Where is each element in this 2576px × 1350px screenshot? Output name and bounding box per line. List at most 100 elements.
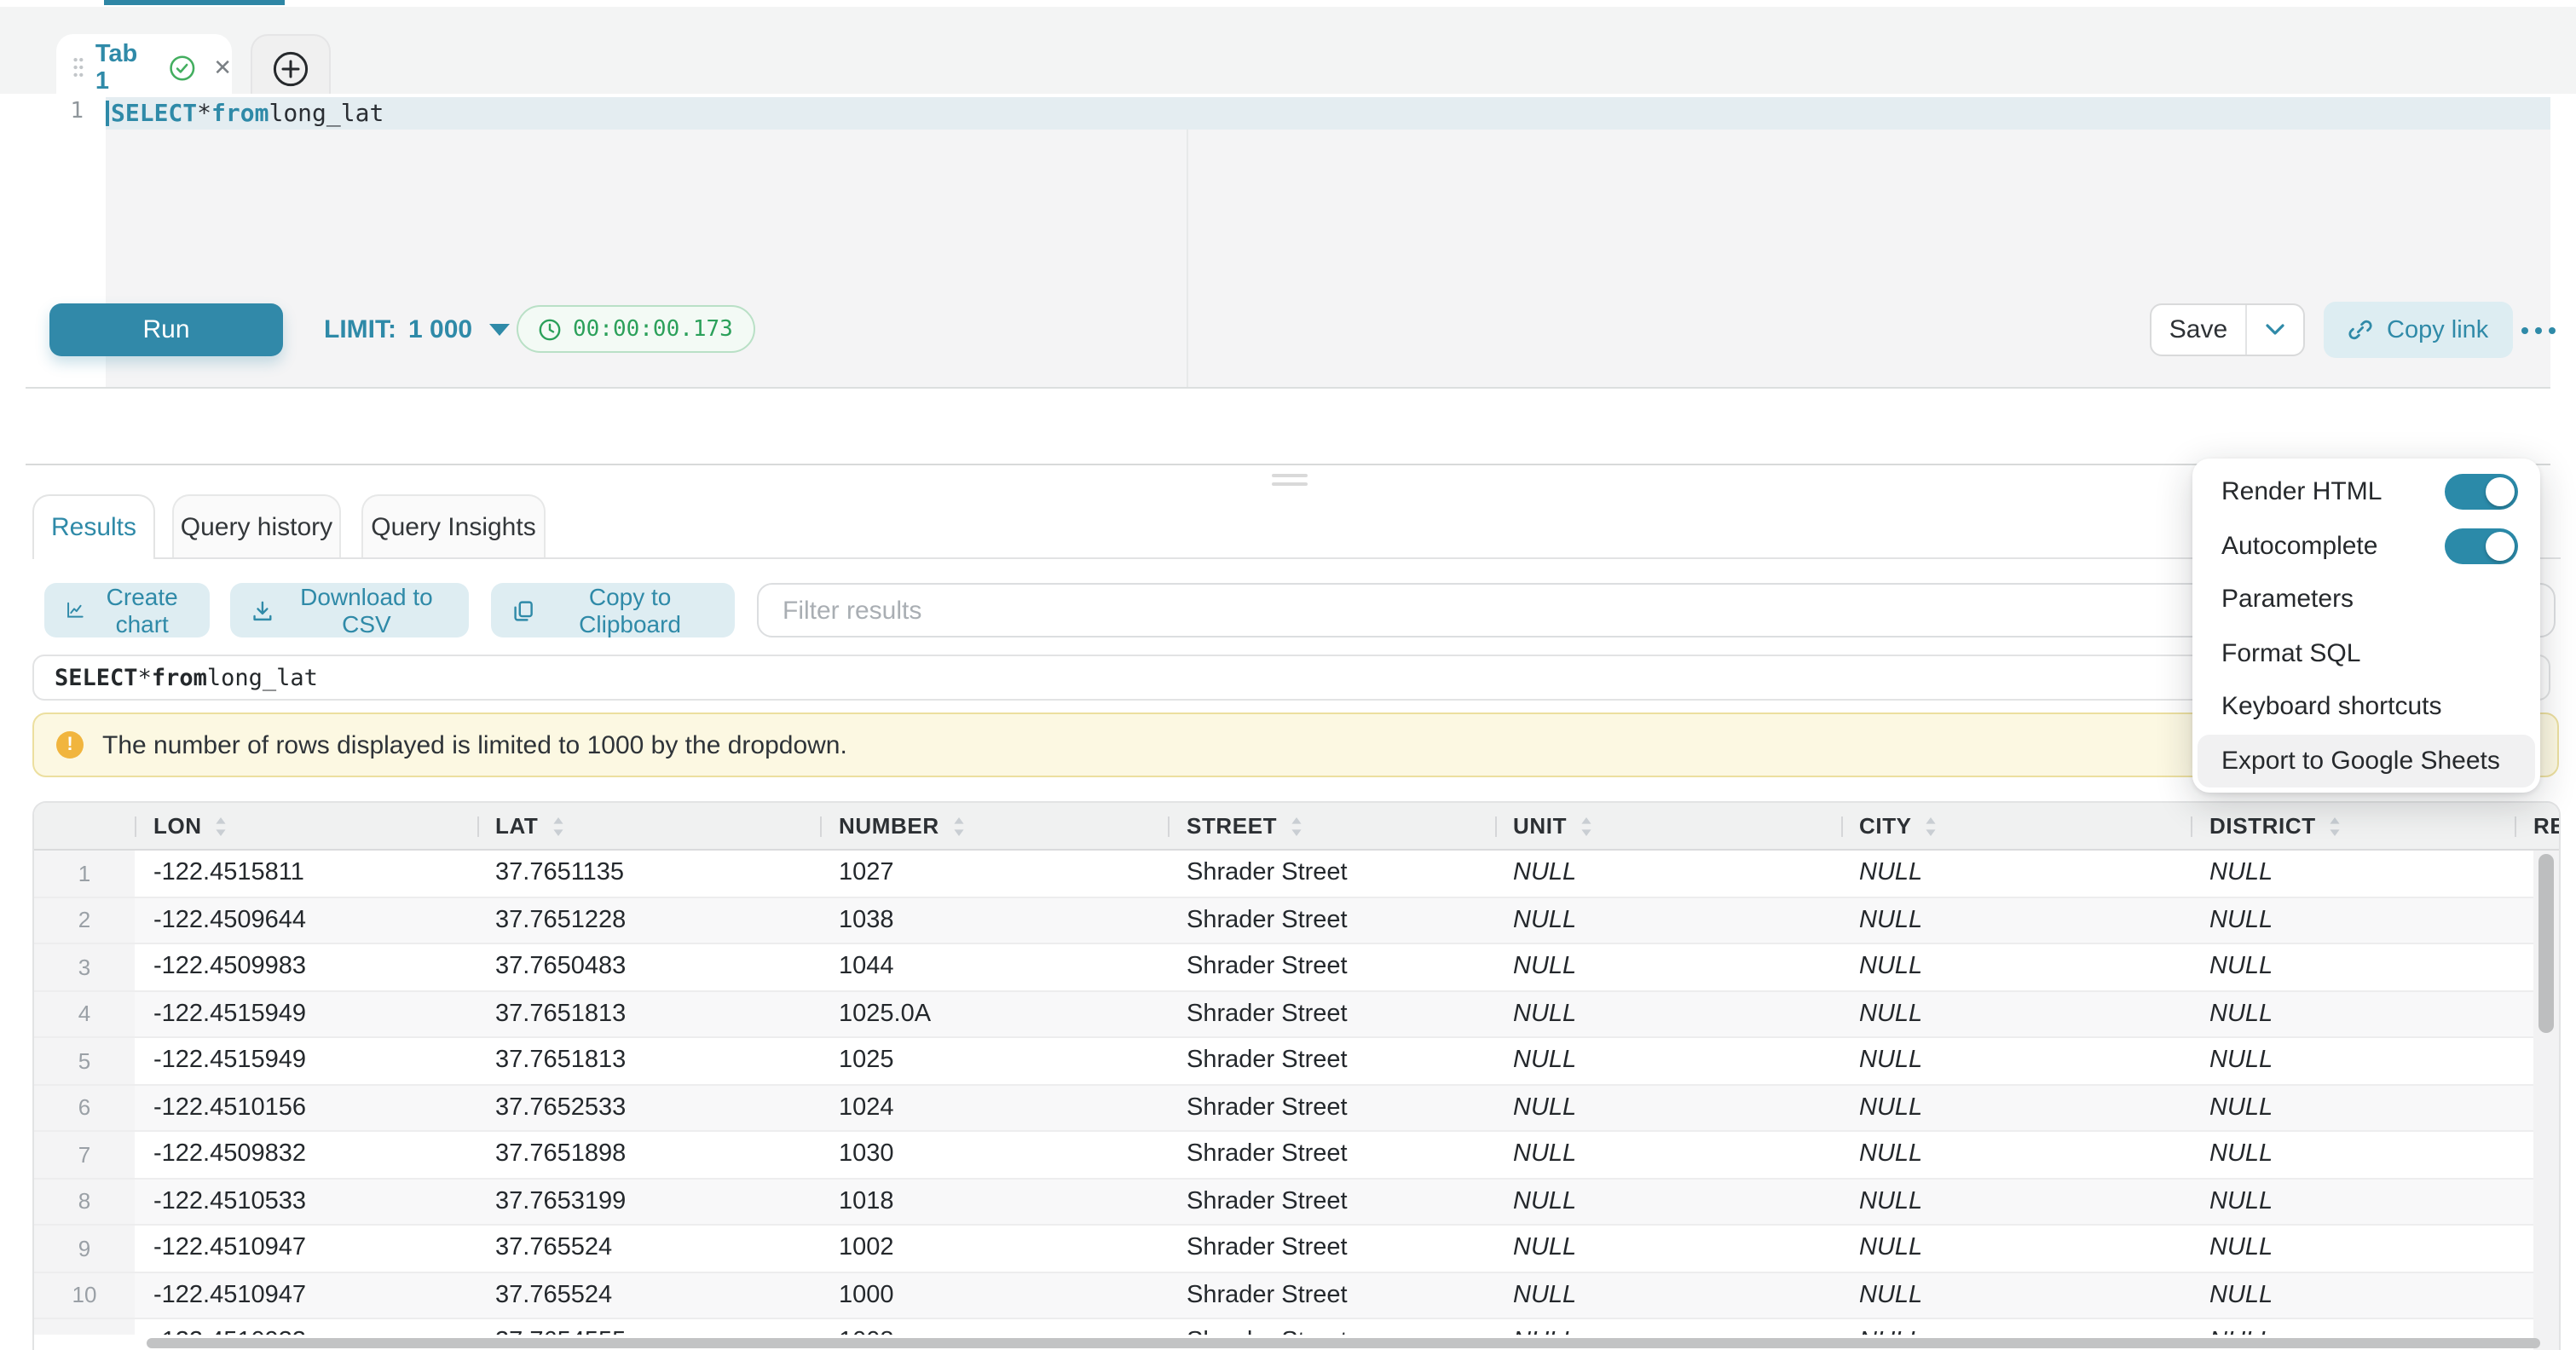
table-cell: NULL: [1494, 1132, 1840, 1177]
tab-query-insights[interactable]: Query Insights: [361, 494, 546, 557]
editor-pane-divider: [1187, 130, 1188, 387]
column-header-number[interactable]: NUMBER: [820, 803, 1168, 849]
table-row[interactable]: 6-122.451015637.76525331024Shrader Stree…: [34, 1085, 2559, 1132]
column-header-district[interactable]: DISTRICT: [2191, 803, 2515, 849]
menu-item-format-sql[interactable]: Format SQL: [2192, 626, 2540, 680]
chevron-down-icon: [489, 324, 510, 336]
table-cell: Shrader Street: [1168, 944, 1494, 989]
table-cell: Shrader Street: [1168, 1179, 1494, 1224]
sql-text: *: [138, 664, 152, 691]
table-cell: 1002: [820, 1226, 1168, 1271]
more-options-button[interactable]: [2513, 303, 2564, 356]
copy-link-label: Copy link: [2387, 316, 2488, 343]
tab-results[interactable]: Results: [32, 494, 155, 559]
download-csv-button[interactable]: Download to CSV: [230, 583, 469, 638]
sql-text: *: [197, 100, 211, 127]
drag-handle-icon: [73, 56, 84, 78]
sort-icon: [2330, 816, 2342, 836]
table-row[interactable]: 4-122.451594937.76518131025.0AShrader St…: [34, 991, 2559, 1038]
table-cell: -122.4515949: [135, 1038, 477, 1083]
query-echo-bar: SELECT * from long_lat: [32, 655, 2550, 701]
column-header-label: DISTRICT: [2209, 813, 2316, 839]
vertical-scrollbar[interactable]: [2533, 851, 2559, 1350]
column-header-re[interactable]: RE: [2515, 803, 2561, 849]
copy-to-clipboard-button[interactable]: Copy to Clipboard: [491, 583, 735, 638]
table-cell: NULL: [2191, 897, 2515, 943]
download-csv-label: Download to CSV: [286, 583, 447, 638]
table-cell: -122.4515949: [135, 991, 477, 1036]
table-row[interactable]: 2-122.450964437.76512281038Shrader Stree…: [34, 897, 2559, 944]
menu-item-label: Keyboard shortcuts: [2221, 693, 2442, 722]
run-button[interactable]: Run: [49, 303, 283, 356]
table-cell: -122.4509983: [135, 944, 477, 989]
table-row[interactable]: 1-122.451581137.76511351027Shrader Stree…: [34, 851, 2559, 897]
save-button[interactable]: Save: [2151, 305, 2245, 355]
menu-item-keyboard-shortcuts[interactable]: Keyboard shortcuts: [2192, 680, 2540, 734]
limit-label: LIMIT:: [324, 315, 396, 344]
toggle-switch-on[interactable]: [2445, 475, 2518, 511]
table-cell: -122.4510156: [135, 1085, 477, 1130]
menu-item-render-html[interactable]: Render HTML: [2192, 465, 2540, 519]
editor-tab-active[interactable]: Tab 1 ✕: [56, 34, 232, 101]
row-number-cell: 2: [34, 897, 135, 943]
column-header-label: LAT: [495, 813, 538, 839]
table-cell: NULL: [1840, 1038, 2191, 1083]
save-options-button[interactable]: [2245, 305, 2303, 355]
row-number-cell: 1: [34, 851, 135, 896]
row-number-cell: 7: [34, 1132, 135, 1177]
toggle-knob: [2486, 532, 2515, 561]
menu-item-label: Autocomplete: [2221, 532, 2377, 561]
toggle-switch-on[interactable]: [2445, 528, 2518, 564]
column-header-lon[interactable]: LON: [135, 803, 477, 849]
column-header-label: CITY: [1859, 813, 1912, 839]
table-cell: NULL: [2191, 1272, 2515, 1318]
table-cell: NULL: [1840, 1085, 2191, 1130]
results-top-border: [32, 557, 2561, 559]
menu-item-autocomplete[interactable]: Autocomplete: [2192, 519, 2540, 573]
sort-icon: [552, 816, 563, 836]
table-cell: NULL: [1494, 1038, 1840, 1083]
horizontal-scrollbar-thumb[interactable]: [147, 1337, 2540, 1347]
table-cell: 37.7651135: [477, 851, 820, 896]
column-header-lat[interactable]: LAT: [477, 803, 820, 849]
sort-icon: [216, 816, 228, 836]
panel-resize-handle[interactable]: [1272, 474, 1308, 491]
table-row[interactable]: 3-122.450998337.76504831044Shrader Stree…: [34, 944, 2559, 991]
table-row[interactable]: 5-122.451594937.76518131025Shrader Stree…: [34, 1038, 2559, 1085]
table-cell: NULL: [2191, 851, 2515, 896]
new-tab-button[interactable]: [251, 34, 331, 101]
column-header-unit[interactable]: UNIT: [1494, 803, 1840, 849]
create-chart-button[interactable]: Create chart: [44, 583, 210, 638]
column-header-label: LON: [153, 813, 202, 839]
table-row[interactable]: 9-122.451094737.7655241002Shrader Street…: [34, 1226, 2559, 1272]
sort-icon: [1291, 816, 1302, 836]
warning-icon: !: [56, 731, 84, 759]
menu-item-parameters[interactable]: Parameters: [2192, 573, 2540, 626]
column-header-label: UNIT: [1513, 813, 1567, 839]
editor-active-line[interactable]: SELECT * from long_lat: [106, 97, 2550, 130]
table-cell: 1044: [820, 944, 1168, 989]
table-cell: 37.7652533: [477, 1085, 820, 1130]
table-cell: NULL: [1840, 1179, 2191, 1224]
table-cell: NULL: [1840, 1132, 2191, 1177]
vertical-scrollbar-thumb[interactable]: [2538, 854, 2554, 1033]
menu-item-export-to-google-sheets[interactable]: Export to Google Sheets: [2198, 734, 2535, 788]
tab-query-history[interactable]: Query history: [172, 494, 341, 557]
table-row[interactable]: 10-122.451094737.7655241000Shrader Stree…: [34, 1272, 2559, 1319]
row-number-cell: 10: [34, 1272, 135, 1318]
sort-icon: [953, 816, 965, 836]
copy-link-button[interactable]: Copy link: [2324, 302, 2512, 358]
sql-keyword: from: [152, 664, 207, 691]
table-header-row: LON LAT NUMBERSTREET UNIT CITY DISTRICT RE: [34, 803, 2559, 851]
more-options-menu: Render HTML Autocomplete Parameters Format …: [2192, 459, 2540, 793]
limit-dropdown[interactable]: LIMIT: 1 000: [324, 303, 510, 356]
close-tab-icon[interactable]: ✕: [213, 54, 232, 81]
table-row[interactable]: 7-122.450983237.76518981030Shrader Stree…: [34, 1132, 2559, 1179]
table-cell: Shrader Street: [1168, 897, 1494, 943]
table-row[interactable]: 8-122.451053337.76531991018Shrader Stree…: [34, 1179, 2559, 1226]
table-cell: NULL: [2191, 1038, 2515, 1083]
menu-item-label: Parameters: [2221, 586, 2354, 614]
column-header-street[interactable]: STREET: [1168, 803, 1494, 849]
column-header-city[interactable]: CITY: [1840, 803, 2191, 849]
warning-text: The number of rows displayed is limited …: [102, 730, 847, 759]
